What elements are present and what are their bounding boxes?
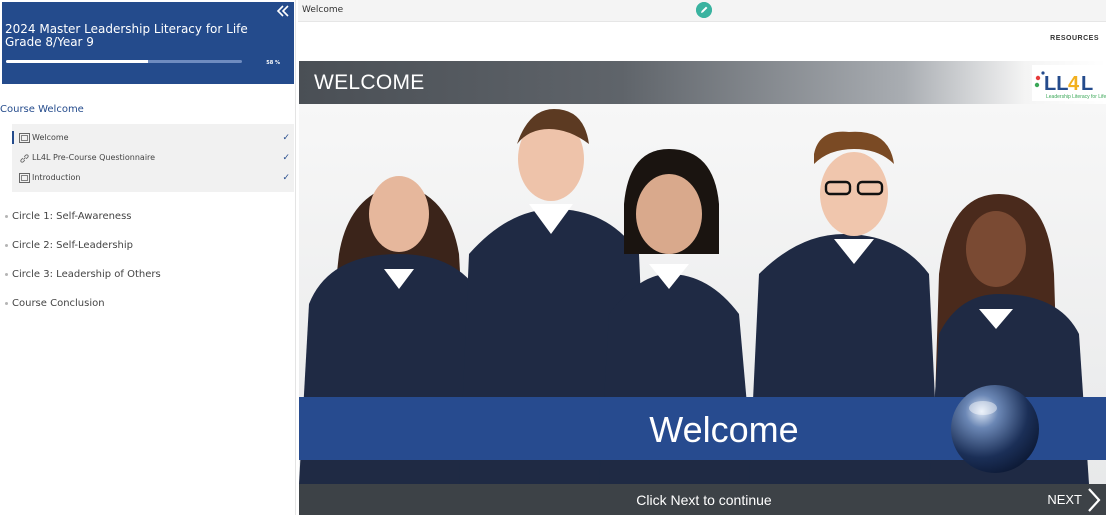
slide-header-title: WELCOME [314, 71, 425, 94]
lesson-introduction[interactable]: Introduction ✓ [12, 169, 294, 187]
section-label: Circle 3: Leadership of Others [12, 268, 161, 280]
edit-pencil-icon[interactable] [696, 2, 712, 18]
current-lesson-marker [12, 131, 14, 144]
lesson-welcome[interactable]: Welcome ✓ [12, 129, 294, 147]
svg-text:LL: LL [1044, 73, 1068, 95]
ll4l-logo: LL 4 L Leadership Literacy for Life [1032, 65, 1106, 101]
sidebar-header: 2024 Master Leadership Literacy for Life… [2, 2, 294, 84]
slide-footer: Click Next to continue NEXT [299, 484, 1106, 515]
chevron-right-icon [1088, 487, 1101, 512]
section-label: Course Conclusion [12, 297, 105, 309]
lesson-label: Introduction [32, 173, 81, 182]
checkmark-icon: ✓ [282, 172, 290, 182]
slide-header: WELCOME LL 4 L Leadership Literacy for L… [299, 61, 1106, 104]
course-player: 2024 Master Leadership Literacy for Life… [0, 0, 1106, 515]
next-label: NEXT [1047, 492, 1082, 507]
section-bullet [5, 301, 8, 305]
svg-text:Leadership Literacy for Life: Leadership Literacy for Life [1046, 94, 1106, 100]
svg-text:L: L [1081, 73, 1093, 95]
glass-orb-graphic [951, 385, 1039, 473]
section-label: Circle 2: Self-Leadership [12, 239, 133, 251]
checkmark-icon: ✓ [282, 132, 290, 142]
course-sidebar: 2024 Master Leadership Literacy for Life… [0, 0, 296, 515]
collapse-sidebar-icon[interactable] [276, 4, 290, 18]
click-next-prompt: Click Next to continue [636, 492, 772, 508]
page-title: Welcome [302, 5, 344, 15]
lesson-topbar: Welcome [298, 0, 1106, 22]
link-icon [20, 154, 29, 163]
section-label: Circle 1: Self-Awareness [12, 210, 132, 222]
checkmark-icon: ✓ [282, 152, 290, 162]
lesson-pre-course-questionnaire[interactable]: LL4L Pre-Course Questionnaire ✓ [12, 149, 294, 167]
lesson-label: Welcome [32, 133, 69, 142]
section-label: Course Welcome [0, 103, 84, 115]
section-circle-3[interactable]: Circle 3: Leadership of Others [0, 264, 294, 284]
course-title: 2024 Master Leadership Literacy for Life… [5, 22, 248, 49]
course-progress-fill [6, 60, 148, 63]
slides-icon [19, 133, 30, 143]
lesson-list: Welcome ✓ LL4L Pre-Course Questionnaire … [12, 124, 294, 192]
section-circle-2[interactable]: Circle 2: Self-Leadership [0, 235, 294, 255]
resources-button[interactable]: RESOURCES [1050, 35, 1099, 42]
course-progress-label: 58 % [266, 60, 280, 66]
lesson-slide: WELCOME LL 4 L Leadership Literacy for L… [299, 61, 1106, 515]
section-course-conclusion[interactable]: Course Conclusion [0, 293, 294, 313]
section-bullet [5, 214, 8, 218]
next-button[interactable]: NEXT [1047, 486, 1102, 513]
section-circle-1[interactable]: Circle 1: Self-Awareness [0, 206, 294, 226]
section-bullet [5, 272, 8, 276]
course-progress-bar [6, 60, 242, 63]
lesson-label: LL4L Pre-Course Questionnaire [32, 153, 156, 162]
svg-text:4: 4 [1068, 73, 1080, 95]
slides-icon [19, 173, 30, 183]
section-course-welcome[interactable]: Course Welcome [0, 99, 294, 119]
section-bullet [5, 243, 8, 247]
